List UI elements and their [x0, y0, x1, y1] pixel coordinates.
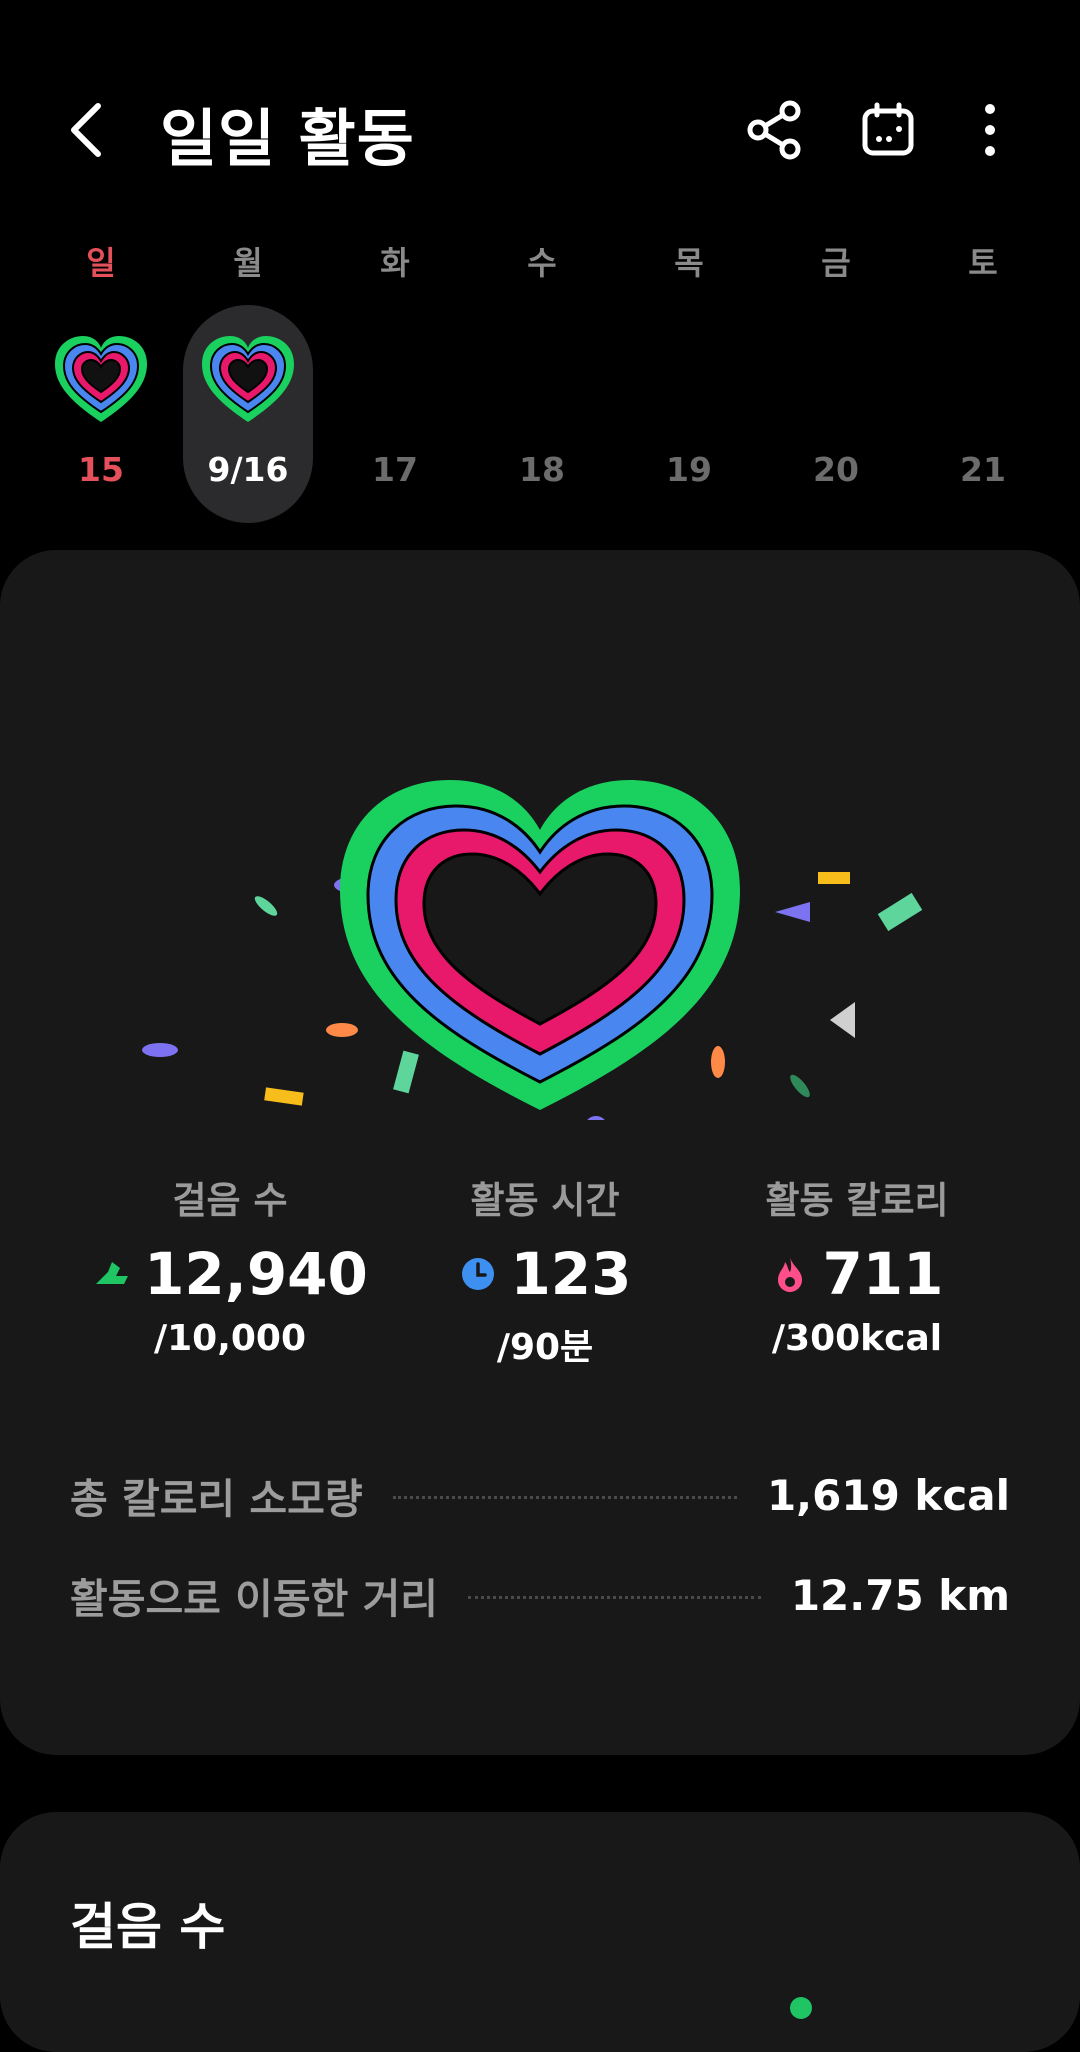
- total-calories-label: 총 칼로리 소모량: [70, 1475, 363, 1523]
- more-vertical-icon: [985, 104, 995, 156]
- more-options-button[interactable]: [955, 95, 1025, 165]
- share-button[interactable]: [740, 95, 810, 165]
- activity-heart-rings-graphic: [142, 780, 923, 1120]
- top-app-bar: 일일 활동: [0, 0, 1080, 250]
- steps-card-title: 걸음 수: [70, 1898, 226, 1956]
- weekday-label: 토: [968, 244, 998, 282]
- steps-value: 12,940: [144, 1240, 368, 1308]
- week-selector: 일 15 월 9/16 화 17 수 18 목 19 금 20 토 21: [0, 230, 1080, 530]
- weekday-label: 일: [86, 244, 116, 282]
- calendar-icon: [862, 102, 914, 156]
- date-label: 18: [519, 450, 565, 489]
- share-icon: [747, 100, 801, 160]
- mini-heart-ring-icon: [202, 336, 294, 422]
- distance-row: 활동으로 이동한 거리 12.75 km: [70, 1565, 1010, 1625]
- weekday-label: 금: [821, 244, 851, 282]
- distance-label: 활동으로 이동한 거리: [70, 1575, 439, 1623]
- active-calories-value: 711: [822, 1240, 944, 1308]
- distance-value: 12.75 km: [790, 1570, 1010, 1620]
- steps-stat[interactable]: 걸음 수 12,940 /10,000: [70, 1170, 390, 1359]
- back-button[interactable]: [60, 90, 120, 170]
- date-label: 9/16: [207, 450, 289, 489]
- weekday-label: 수: [527, 244, 557, 282]
- flame-icon: [778, 1257, 803, 1292]
- chevron-left-icon: [71, 103, 101, 157]
- date-label: 17: [372, 450, 418, 489]
- shoe-icon: [96, 1262, 129, 1284]
- active-calories-stat[interactable]: 활동 칼로리 711 /300kcal: [697, 1170, 1017, 1359]
- weekday-label: 월: [233, 244, 263, 282]
- steps-goal: /10,000: [153, 1318, 307, 1359]
- weekday-label: 목: [674, 244, 704, 282]
- active-calories-label: 활동 칼로리: [765, 1179, 949, 1222]
- calendar-button[interactable]: [853, 95, 923, 165]
- weekday-label: 화: [380, 244, 410, 282]
- date-label: 21: [960, 450, 1006, 489]
- date-label: 20: [813, 450, 859, 489]
- dotted-leader: [468, 1595, 761, 1599]
- mini-heart-ring-icon: [55, 336, 147, 422]
- total-calories-value: 1,619 kcal: [766, 1470, 1010, 1520]
- active-time-value: 123: [510, 1240, 632, 1308]
- active-time-goal: /90분: [496, 1327, 594, 1368]
- dotted-leader: [392, 1495, 737, 1499]
- date-label: 19: [666, 450, 712, 489]
- active-time-label: 활동 시간: [470, 1179, 620, 1222]
- chart-point-indicator: [790, 1997, 812, 2019]
- steps-card[interactable]: 걸음 수: [0, 1812, 1080, 2052]
- active-calories-goal: /300kcal: [771, 1318, 943, 1359]
- total-calories-row: 총 칼로리 소모량 1,619 kcal: [70, 1465, 1010, 1525]
- date-label: 15: [78, 450, 124, 489]
- clock-icon: [462, 1258, 495, 1290]
- active-time-stat[interactable]: 활동 시간 123 /90분: [385, 1170, 705, 1370]
- steps-label: 걸음 수: [172, 1179, 288, 1222]
- daily-activity-card: 걸음 수 12,940 /10,000 활동 시간 123 /90분 활동 칼로…: [0, 550, 1080, 1755]
- page-title: 일일 활동: [160, 102, 415, 175]
